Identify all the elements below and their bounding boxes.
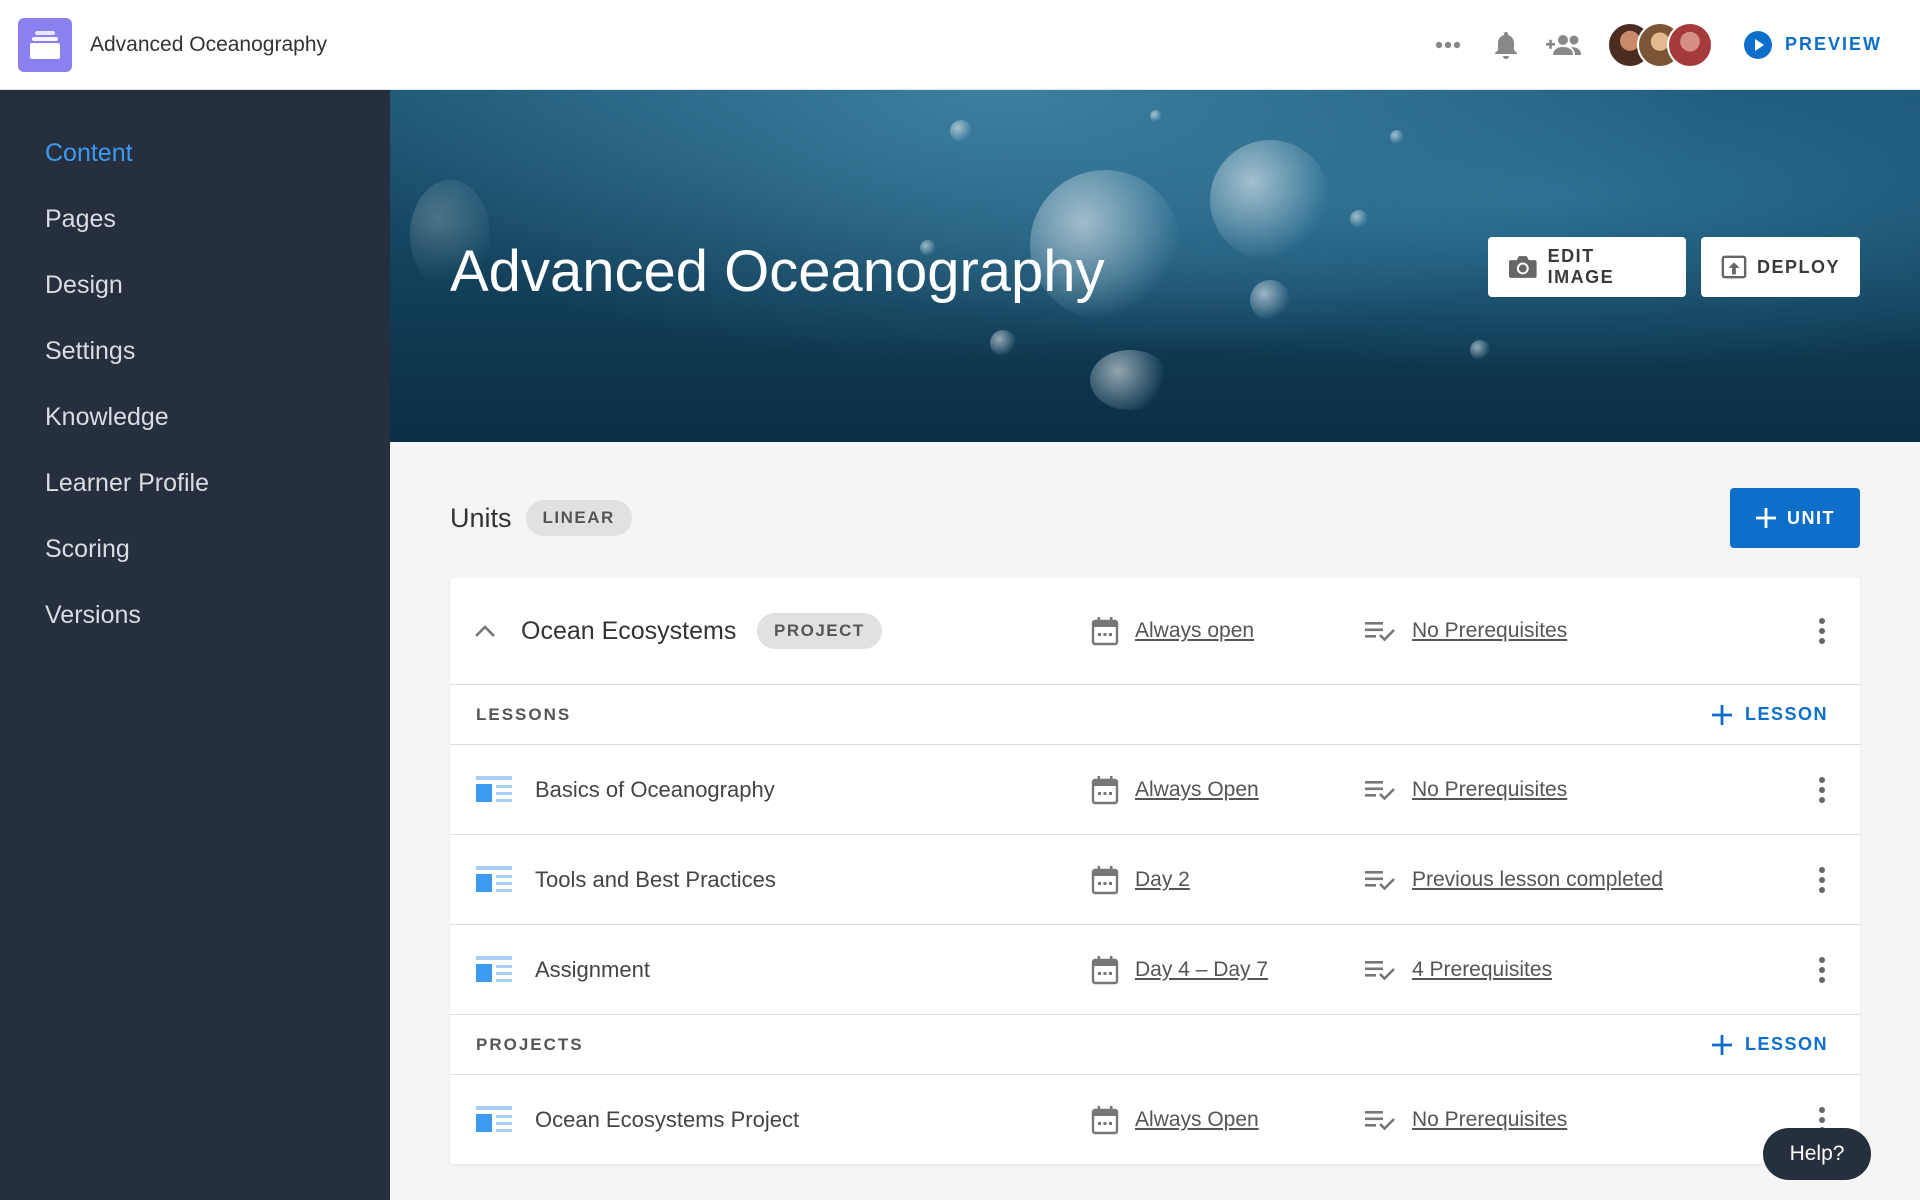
project-name: Ocean Ecosystems Project bbox=[535, 1107, 800, 1132]
lesson-menu-icon[interactable] bbox=[1810, 772, 1834, 808]
lesson-prerequisites: No Prerequisites bbox=[1364, 778, 1567, 802]
calendar-icon bbox=[1091, 617, 1119, 646]
lesson-icon bbox=[476, 865, 512, 892]
lesson-name: Basics of Oceanography bbox=[535, 776, 775, 802]
sidebar-item-settings[interactable]: Settings bbox=[0, 318, 390, 384]
calendar-icon bbox=[1091, 955, 1119, 984]
lessons-section-header: LESSONS LESSON bbox=[450, 685, 1860, 745]
sidebar-item-knowledge[interactable]: Knowledge bbox=[0, 384, 390, 450]
add-unit-button[interactable]: UNIT bbox=[1730, 488, 1860, 548]
prerequisites-link[interactable]: 4 Prerequisites bbox=[1412, 958, 1552, 982]
unit-card: Ocean Ecosystems PROJECT Always open No … bbox=[450, 578, 1860, 1164]
deploy-label: DEPLOY bbox=[1756, 256, 1840, 277]
sidebar-item-versions[interactable]: Versions bbox=[0, 582, 390, 648]
availability-link[interactable]: Always Open bbox=[1135, 1108, 1259, 1132]
project-availability: Always Open bbox=[1091, 1105, 1259, 1135]
units-header: Units LINEAR UNIT bbox=[450, 488, 1860, 548]
lessons-section-label: LESSONS bbox=[476, 704, 572, 724]
collaborator-avatars[interactable] bbox=[1606, 21, 1713, 68]
units-title: Units bbox=[450, 502, 512, 533]
more-icon[interactable] bbox=[1419, 16, 1477, 74]
linear-badge: LINEAR bbox=[525, 500, 632, 536]
calendar-icon bbox=[1091, 775, 1119, 804]
plus-icon bbox=[1711, 704, 1732, 725]
checklist-icon bbox=[1365, 870, 1395, 890]
add-people-icon[interactable] bbox=[1535, 16, 1593, 74]
lesson-row[interactable]: Assignment Day 4 – Day 7 4 Prerequisites bbox=[450, 925, 1860, 1015]
lesson-availability: Day 2 bbox=[1091, 865, 1190, 895]
checklist-icon bbox=[1365, 622, 1395, 642]
avatar[interactable] bbox=[1666, 21, 1713, 68]
project-badge: PROJECT bbox=[757, 613, 882, 649]
edit-image-button[interactable]: EDIT IMAGE bbox=[1488, 237, 1686, 297]
lesson-menu-icon[interactable] bbox=[1810, 952, 1834, 988]
project-prerequisites: No Prerequisites bbox=[1364, 1108, 1567, 1132]
lesson-row[interactable]: Tools and Best Practices Day 2 Previous … bbox=[450, 835, 1860, 925]
prerequisites-link[interactable]: No Prerequisites bbox=[1412, 619, 1567, 643]
availability-link[interactable]: Day 4 – Day 7 bbox=[1135, 958, 1268, 982]
lesson-prerequisites: 4 Prerequisites bbox=[1364, 958, 1552, 982]
plus-icon bbox=[1711, 1034, 1732, 1055]
unit-menu-icon[interactable] bbox=[1810, 613, 1834, 649]
upload-icon bbox=[1721, 255, 1747, 279]
camera-icon bbox=[1508, 256, 1537, 278]
lesson-name: Tools and Best Practices bbox=[535, 866, 776, 892]
add-project-lesson-button[interactable]: LESSON bbox=[1711, 1034, 1828, 1056]
availability-link[interactable]: Always open bbox=[1135, 619, 1254, 643]
preview-button[interactable]: PREVIEW bbox=[1743, 30, 1882, 60]
edit-image-label: EDIT IMAGE bbox=[1547, 246, 1615, 287]
unit-availability: Always open bbox=[1091, 616, 1254, 646]
unit-prerequisites: No Prerequisites bbox=[1364, 619, 1567, 643]
bell-icon[interactable] bbox=[1477, 16, 1535, 74]
availability-link[interactable]: Always Open bbox=[1135, 778, 1259, 802]
lesson-availability: Day 4 – Day 7 bbox=[1091, 955, 1268, 985]
unit-row[interactable]: Ocean Ecosystems PROJECT Always open No … bbox=[450, 578, 1860, 685]
calendar-icon bbox=[1091, 1106, 1119, 1135]
course-title: Advanced Oceanography bbox=[450, 239, 1105, 304]
checklist-icon bbox=[1365, 960, 1395, 980]
add-lesson-label: LESSON bbox=[1744, 704, 1828, 724]
lesson-icon bbox=[476, 955, 512, 982]
hero-banner: Advanced Oceanography EDIT IMAGE DEPLOY bbox=[390, 90, 1920, 442]
preview-label: PREVIEW bbox=[1784, 34, 1882, 54]
project-row[interactable]: Ocean Ecosystems Project Always Open No … bbox=[450, 1075, 1860, 1165]
play-icon bbox=[1743, 30, 1772, 59]
projects-section-header: PROJECTS LESSON bbox=[450, 1015, 1860, 1075]
lesson-row[interactable]: Basics of Oceanography Always Open No Pr… bbox=[450, 745, 1860, 835]
lesson-availability: Always Open bbox=[1091, 775, 1259, 805]
sidebar: Content Pages Design Settings Knowledge … bbox=[0, 90, 390, 1200]
sidebar-item-content[interactable]: Content bbox=[0, 120, 390, 186]
prerequisites-link[interactable]: No Prerequisites bbox=[1412, 778, 1567, 802]
plus-icon bbox=[1756, 508, 1776, 528]
sidebar-item-pages[interactable]: Pages bbox=[0, 186, 390, 252]
lesson-icon bbox=[476, 775, 512, 802]
availability-link[interactable]: Day 2 bbox=[1135, 868, 1190, 892]
add-project-lesson-label: LESSON bbox=[1744, 1034, 1828, 1054]
help-button[interactable]: Help? bbox=[1763, 1128, 1871, 1180]
chevron-up-icon[interactable] bbox=[474, 624, 496, 638]
sidebar-item-learner-profile[interactable]: Learner Profile bbox=[0, 450, 390, 516]
projects-section-label: PROJECTS bbox=[476, 1034, 584, 1054]
deploy-button[interactable]: DEPLOY bbox=[1701, 237, 1860, 297]
prerequisites-link[interactable]: No Prerequisites bbox=[1412, 1108, 1567, 1132]
lesson-name: Assignment bbox=[535, 956, 650, 982]
sidebar-item-design[interactable]: Design bbox=[0, 252, 390, 318]
unit-name: Ocean Ecosystems bbox=[521, 616, 737, 645]
checklist-icon bbox=[1365, 780, 1395, 800]
add-unit-label: UNIT bbox=[1787, 507, 1835, 528]
add-lesson-button[interactable]: LESSON bbox=[1711, 704, 1828, 726]
checklist-icon bbox=[1365, 1111, 1395, 1131]
lesson-icon bbox=[476, 1106, 512, 1132]
lesson-menu-icon[interactable] bbox=[1810, 862, 1834, 898]
sidebar-item-scoring[interactable]: Scoring bbox=[0, 516, 390, 582]
prerequisites-link[interactable]: Previous lesson completed bbox=[1412, 868, 1663, 892]
calendar-icon bbox=[1091, 865, 1119, 894]
lesson-prerequisites: Previous lesson completed bbox=[1364, 868, 1663, 892]
